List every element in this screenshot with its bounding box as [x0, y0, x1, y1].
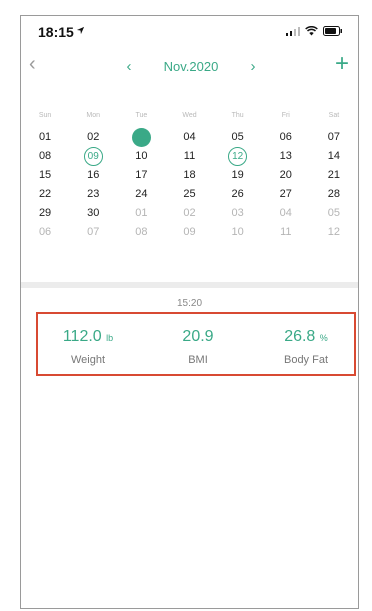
month-navigator: ‹ Nov.2020 › [121, 58, 261, 75]
calendar-day[interactable]: 08 [21, 147, 69, 166]
calendar-week: 06 07 08 09 10 11 12 [21, 223, 358, 242]
weight-label: Weight [70, 354, 106, 366]
measurement-summary[interactable]: 112.0 lb Weight 20.9 BMI 26.8 % Body Fat [36, 312, 356, 376]
calendar-day[interactable]: 19 [214, 166, 262, 185]
calendar-day-next-month[interactable]: 12 [310, 223, 358, 242]
calendar-week: 22 23 24 25 26 27 28 [21, 185, 358, 204]
calendar-day[interactable]: 04 [165, 128, 213, 147]
weight-unit: lb [106, 333, 114, 343]
calendar-day[interactable]: 02 [69, 128, 117, 147]
calendar-day[interactable]: 24 [117, 185, 165, 204]
calendar-day[interactable]: 01 [21, 128, 69, 147]
calendar-day[interactable]: 13 [262, 147, 310, 166]
weekday-label: Sun [38, 112, 52, 119]
calendar-day[interactable]: 10 [117, 147, 165, 166]
calendar-day[interactable]: 06 [262, 128, 310, 147]
calendar-day[interactable]: 29 [21, 204, 69, 223]
weekday-label: Mon [86, 112, 101, 119]
calendar-week: 01 02 03 04 05 06 07 [21, 128, 358, 147]
calendar-day[interactable]: 25 [165, 185, 213, 204]
weight-value: 112.0 [62, 328, 102, 345]
previous-month-icon[interactable]: ‹ [121, 58, 137, 75]
calendar-day-next-month[interactable]: 03 [214, 204, 262, 223]
calendar-day-next-month[interactable]: 07 [69, 223, 117, 242]
calendar-day-next-month[interactable]: 06 [21, 223, 69, 242]
calendar-day-next-month[interactable]: 04 [262, 204, 310, 223]
body-fat-metric: 26.8 % Body Fat [256, 314, 356, 366]
status-time: 18:15 [38, 24, 74, 40]
calendar-day[interactable]: 28 [310, 185, 358, 204]
calendar-day[interactable]: 15 [21, 166, 69, 185]
calendar-day[interactable]: 23 [69, 185, 117, 204]
body-fat-label: Body Fat [283, 354, 329, 366]
calendar-day-selected[interactable]: 03 [117, 128, 165, 147]
status-bar: 18:15 [21, 16, 358, 46]
back-icon[interactable]: ‹ [29, 54, 36, 74]
calendar-day-next-month[interactable]: 09 [165, 223, 213, 242]
bmi-metric: 20.9 BMI [148, 314, 248, 366]
calendar-day[interactable]: 20 [262, 166, 310, 185]
weekday-label: Fri [281, 112, 290, 119]
calendar-day-next-month[interactable]: 02 [165, 204, 213, 223]
weekday-label: Sat [328, 112, 340, 119]
weekday-label: Wed [182, 112, 197, 119]
wifi-icon [305, 26, 318, 36]
record-time: 15:20 [176, 298, 203, 309]
calendar-day-marked[interactable]: 09 [69, 147, 117, 166]
calendar-day[interactable]: 18 [165, 166, 213, 185]
current-month[interactable]: Nov.2020 [164, 59, 219, 74]
weekday-header: Sun Mon Tue Wed Thu Fri Sat [21, 112, 358, 128]
weekday-label: Tue [135, 112, 148, 119]
calendar-day[interactable]: 21 [310, 166, 358, 185]
navigation-bar: ‹ ‹ Nov.2020 › + [21, 52, 358, 82]
bmi-value: 20.9 [182, 328, 214, 345]
calendar-week: 08 09 10 11 12 13 14 [21, 147, 358, 166]
calendar-week: 29 30 01 02 03 04 05 [21, 204, 358, 223]
calendar-day[interactable]: 17 [117, 166, 165, 185]
location-arrow-icon [76, 26, 85, 35]
section-divider [21, 282, 358, 288]
calendar-day-next-month[interactable]: 11 [262, 223, 310, 242]
bmi-label: BMI [188, 354, 208, 366]
calendar-day-marked[interactable]: 12 [214, 147, 262, 166]
calendar-day[interactable]: 27 [262, 185, 310, 204]
calendar-day-next-month[interactable]: 08 [117, 223, 165, 242]
next-month-icon[interactable]: › [245, 58, 261, 75]
calendar-day[interactable]: 07 [310, 128, 358, 147]
calendar-day-next-month[interactable]: 05 [310, 204, 358, 223]
calendar-day[interactable]: 05 [214, 128, 262, 147]
calendar-day-next-month[interactable]: 01 [117, 204, 165, 223]
calendar-day[interactable]: 30 [69, 204, 117, 223]
add-record-icon[interactable]: + [335, 52, 349, 76]
calendar-day[interactable]: 26 [214, 185, 262, 204]
weekday-label: Thu [231, 112, 244, 119]
calendar-week: 15 16 17 18 19 20 21 [21, 166, 358, 185]
phone-screen: 18:15 ‹ ‹ Nov.2020 › + Sun Mon Tue Wed T… [20, 15, 359, 609]
battery-icon [323, 26, 342, 36]
calendar-day-next-month[interactable]: 10 [214, 223, 262, 242]
calendar-day[interactable]: 16 [69, 166, 117, 185]
weight-metric: 112.0 lb Weight [38, 314, 138, 366]
calendar: Sun Mon Tue Wed Thu Fri Sat 01 02 03 04 … [21, 112, 358, 242]
calendar-day[interactable]: 11 [165, 147, 213, 166]
body-fat-value: 26.8 [284, 328, 316, 345]
calendar-day[interactable]: 22 [21, 185, 69, 204]
body-fat-unit: % [319, 333, 328, 343]
calendar-day[interactable]: 14 [310, 147, 358, 166]
signal-icon [286, 27, 300, 36]
